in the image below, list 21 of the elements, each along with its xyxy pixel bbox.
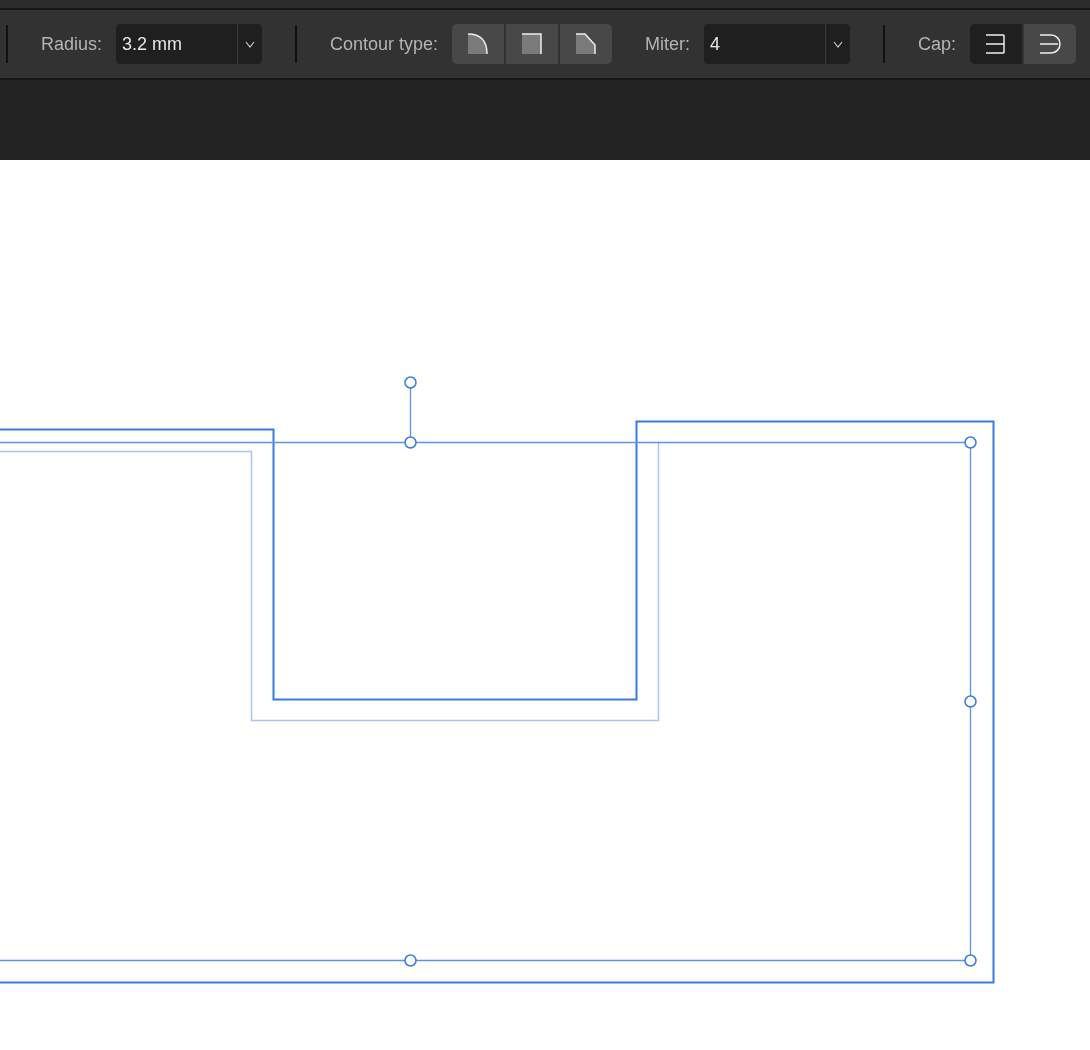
- selection-handle[interactable]: [404, 954, 417, 967]
- square-corner-icon: [521, 33, 544, 55]
- rotation-handle[interactable]: [404, 376, 417, 438]
- miter-label: Miter:: [645, 32, 691, 56]
- round-cap-icon: [1038, 33, 1063, 55]
- selection-handle[interactable]: [964, 695, 977, 708]
- contour-type-button[interactable]: [560, 24, 613, 64]
- selection-handle[interactable]: [964, 436, 977, 449]
- contour-type-button[interactable]: [452, 24, 505, 64]
- selection-handle[interactable]: [964, 954, 977, 967]
- bevel-corner-icon: [575, 33, 598, 55]
- contour-type-label: Contour type:: [330, 32, 439, 56]
- cap-button[interactable]: [970, 24, 1023, 64]
- round-corner-icon: [467, 33, 490, 55]
- contour-type-button[interactable]: [506, 24, 559, 64]
- miter-field[interactable]: 4: [704, 24, 851, 64]
- radius-field[interactable]: 3.2 mm: [116, 24, 263, 64]
- selection-handle[interactable]: [404, 436, 417, 449]
- cap-button[interactable]: [1024, 24, 1077, 64]
- cap-label: Cap:: [918, 32, 957, 56]
- radius-label: Radius:: [41, 32, 103, 56]
